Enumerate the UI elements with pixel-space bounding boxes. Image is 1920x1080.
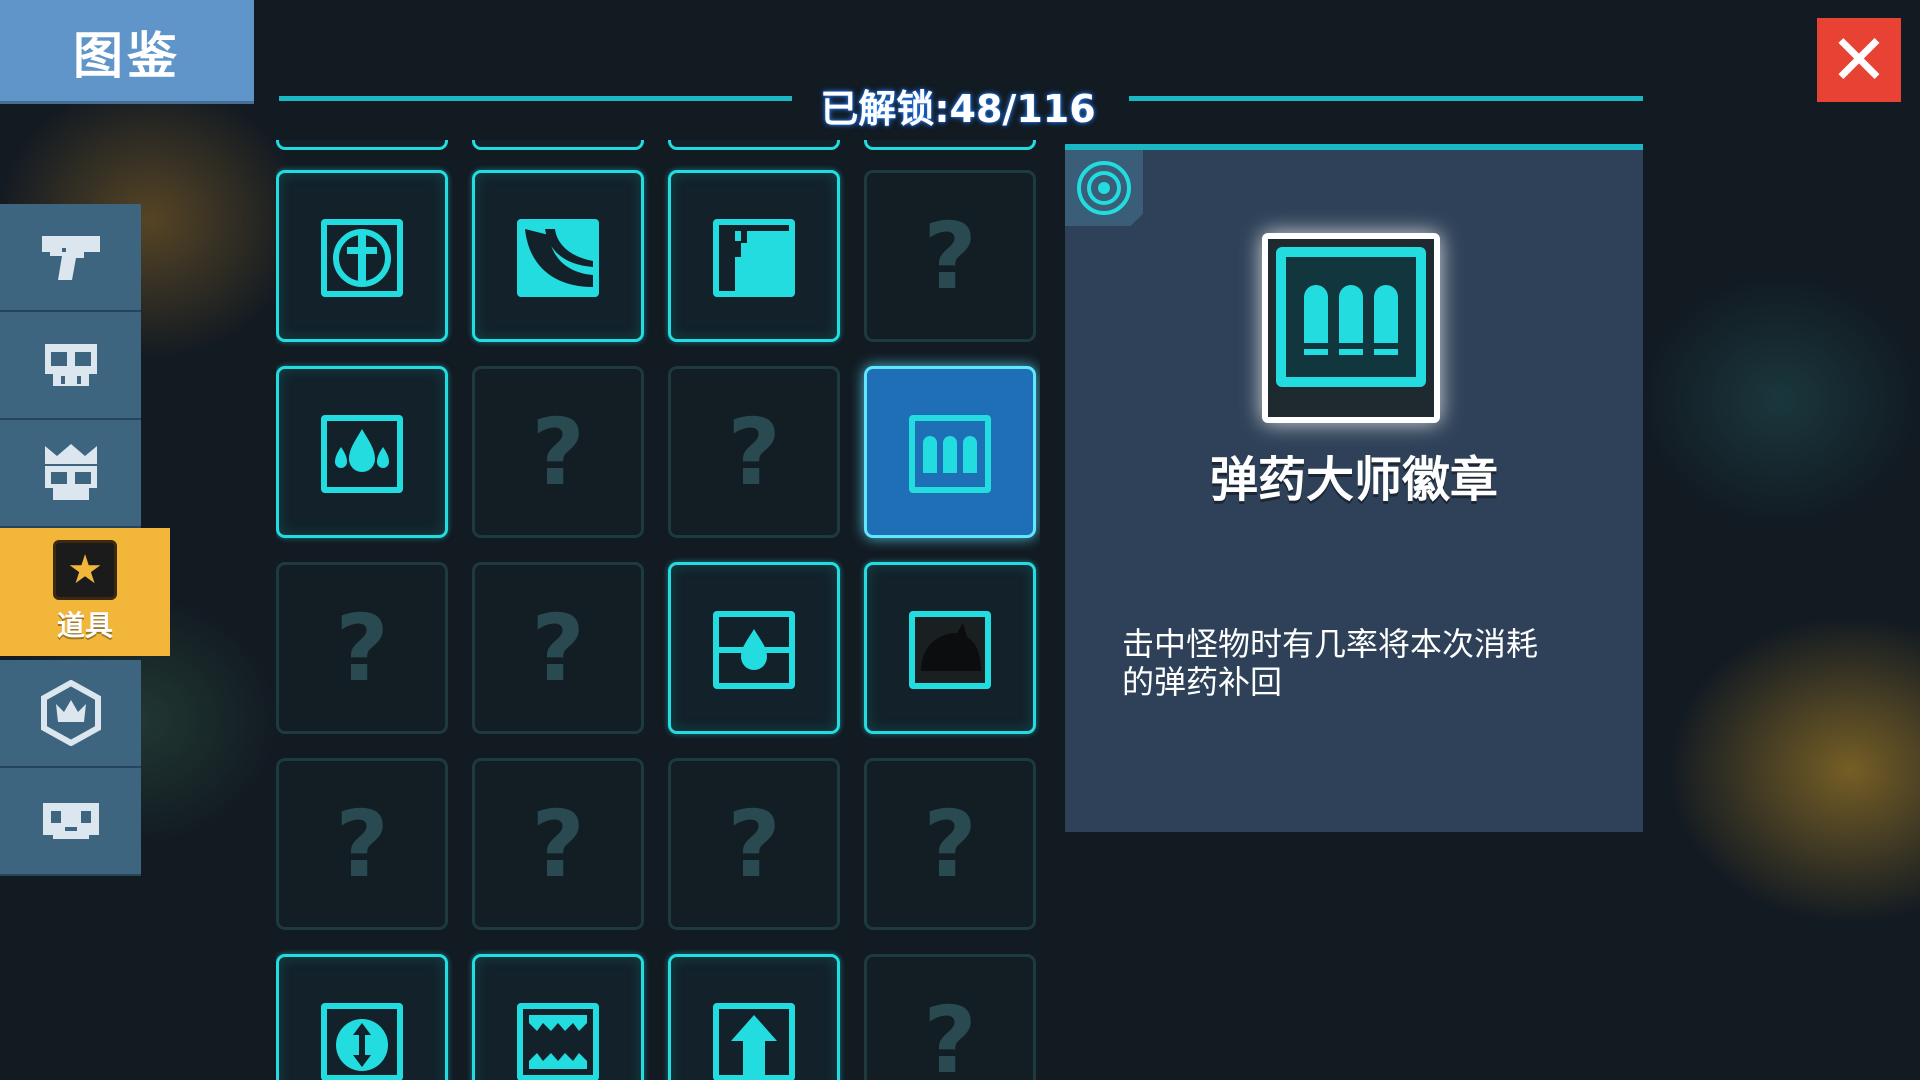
sidebar-item-badges[interactable] bbox=[0, 660, 141, 768]
corner-badge bbox=[1065, 150, 1143, 226]
grid-cell-locked[interactable]: ? bbox=[864, 170, 1036, 342]
grid-cell-vertical-arrows[interactable] bbox=[276, 954, 448, 1080]
grid-cell-partial[interactable] bbox=[472, 140, 644, 150]
unlock-count: 已解锁:48/116 bbox=[820, 87, 1096, 131]
header-line-right bbox=[1129, 96, 1643, 101]
crowned-skull-icon bbox=[44, 444, 97, 500]
locked-question-icon: ? bbox=[335, 790, 389, 898]
fist-icon bbox=[713, 219, 795, 297]
sidebar-item-monsters[interactable] bbox=[0, 312, 141, 420]
skull-icon bbox=[44, 344, 97, 386]
item-description-line: 的弹药补回 bbox=[1122, 663, 1283, 701]
cross-shield-icon bbox=[321, 219, 403, 297]
vertical-arrows-icon bbox=[321, 1003, 403, 1080]
locked-question-icon: ? bbox=[335, 594, 389, 702]
locked-question-icon: ? bbox=[923, 790, 977, 898]
locked-question-icon: ? bbox=[727, 398, 781, 506]
grid-cell-locked[interactable]: ? bbox=[668, 366, 840, 538]
grid-cell-partial[interactable] bbox=[276, 140, 448, 150]
crescent-wave-icon bbox=[517, 219, 599, 297]
sidebar-item-label: 道具 bbox=[56, 609, 113, 642]
locked-question-icon: ? bbox=[531, 594, 585, 702]
grid-cell-water-drops[interactable] bbox=[276, 366, 448, 538]
grid-cell-cross-shield[interactable] bbox=[276, 170, 448, 342]
locked-question-icon: ? bbox=[531, 790, 585, 898]
sidebar-item-bosses[interactable] bbox=[0, 420, 141, 528]
locked-question-icon: ? bbox=[531, 398, 585, 506]
star-icon: ★ bbox=[53, 540, 117, 600]
drop-cross-icon bbox=[713, 611, 795, 689]
grid-cell-locked[interactable]: ? bbox=[864, 758, 1036, 930]
locked-question-icon: ? bbox=[923, 986, 977, 1080]
grid-cell-locked[interactable]: ? bbox=[472, 366, 644, 538]
item-grid: ? ? ? ? ? ? ? ? ? ? bbox=[276, 140, 1040, 1080]
hexagon-crown-icon bbox=[40, 680, 101, 746]
close-button[interactable]: ✕ bbox=[1817, 18, 1901, 102]
grid-cell-fist[interactable] bbox=[668, 170, 840, 342]
grid-cell-locked[interactable]: ? bbox=[276, 562, 448, 734]
item-description-line: 击中怪物时有几率将本次消耗 bbox=[1122, 625, 1539, 663]
grid-cell-up-arrow[interactable] bbox=[668, 954, 840, 1080]
grid-cell-locked[interactable]: ? bbox=[472, 758, 644, 930]
ammo-bullets-icon bbox=[1268, 239, 1434, 417]
water-drops-icon bbox=[321, 415, 403, 493]
selected-item-icon bbox=[1262, 233, 1440, 423]
grid-cell-locked[interactable]: ? bbox=[276, 758, 448, 930]
header-line-left bbox=[279, 96, 792, 101]
jaw-trap-icon bbox=[517, 1003, 599, 1080]
close-icon: ✕ bbox=[1829, 19, 1889, 101]
up-arrow-icon bbox=[713, 1003, 795, 1080]
grid-cell-locked[interactable]: ? bbox=[472, 562, 644, 734]
sidebar-item-weapons[interactable] bbox=[0, 204, 141, 312]
grid-cell-partial[interactable] bbox=[864, 140, 1036, 150]
grid-cell-locked[interactable]: ? bbox=[668, 758, 840, 930]
locked-question-icon: ? bbox=[727, 790, 781, 898]
target-icon bbox=[1077, 161, 1131, 215]
grid-cell-dark-helmet[interactable] bbox=[864, 562, 1036, 734]
grid-cell-ammo-bullets[interactable] bbox=[864, 366, 1036, 538]
pixel-face-icon bbox=[42, 803, 99, 839]
dark-helmet-icon bbox=[909, 611, 991, 689]
grid-cell-partial[interactable] bbox=[668, 140, 840, 150]
locked-question-icon: ? bbox=[923, 202, 977, 310]
item-description: 击中怪物时有几率将本次消耗 的弹药补回 bbox=[1122, 625, 1602, 701]
ammo-bullets-icon bbox=[909, 415, 991, 493]
grid-cell-crescent-wave[interactable] bbox=[472, 170, 644, 342]
grid-cell-drop-cross[interactable] bbox=[668, 562, 840, 734]
grid-cell-locked[interactable]: ? bbox=[864, 954, 1036, 1080]
pistol-icon bbox=[41, 236, 100, 280]
item-detail-panel: 弹药大师徽章 击中怪物时有几率将本次消耗 的弹药补回 bbox=[1065, 144, 1643, 832]
grid-cell-jaw-trap[interactable] bbox=[472, 954, 644, 1080]
sidebar-item-characters[interactable] bbox=[0, 768, 141, 876]
sidebar-item-items[interactable]: ★ 道具 bbox=[0, 528, 170, 656]
item-name: 弹药大师徽章 bbox=[1209, 452, 1498, 508]
codex-title-tab: 图鉴 bbox=[0, 0, 254, 104]
